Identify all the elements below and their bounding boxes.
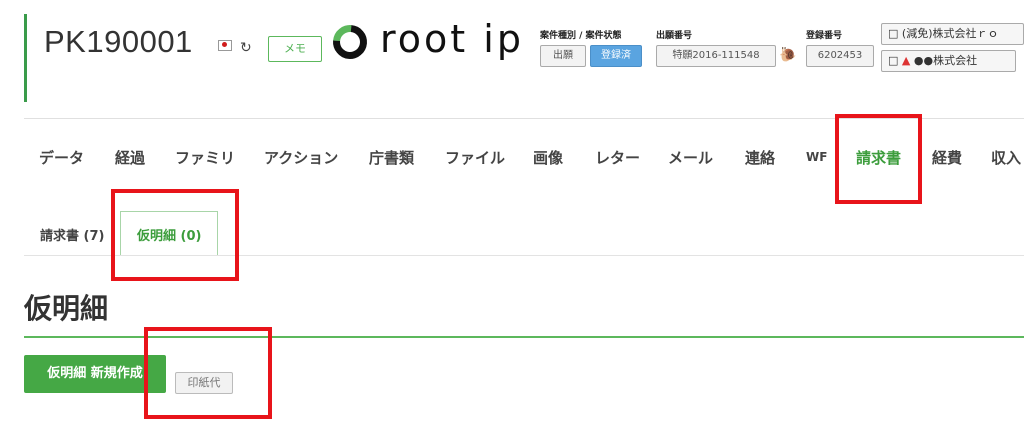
tab-contact[interactable]: 連絡	[745, 147, 775, 168]
tab-expenses[interactable]: 経費	[932, 147, 962, 168]
refresh-icon[interactable]: ↻	[240, 40, 252, 56]
tab-action[interactable]: アクション	[264, 147, 338, 168]
owner-chip-1[interactable]: □ (減免)株式会社ｒｏ	[881, 23, 1024, 45]
tab-family[interactable]: ファミリ	[175, 147, 235, 168]
tab-office-documents[interactable]: 庁書類	[369, 147, 414, 168]
tab-letter[interactable]: レター	[595, 147, 640, 168]
tab-history[interactable]: 経過	[115, 147, 145, 168]
tab-data[interactable]: データ	[39, 147, 84, 168]
owner-name-1: (減免)株式会社ｒｏ	[901, 27, 999, 40]
registration-number-label: 登録番号	[806, 31, 843, 41]
subtab-invoices[interactable]: 請求書 (7)	[40, 225, 104, 244]
owner-chip-2[interactable]: □ ▲ ●●株式会社	[881, 50, 1016, 72]
tab-file[interactable]: ファイル	[445, 147, 505, 168]
logo-text: root ip	[380, 17, 524, 61]
case-status-badge: 登録済	[590, 45, 642, 67]
application-number[interactable]: 特願2016-111548	[656, 45, 776, 67]
page-title: 仮明細	[24, 292, 109, 325]
tab-income[interactable]: 収入	[991, 147, 1021, 168]
warning-icon: ▲	[901, 54, 911, 67]
tab-invoice[interactable]: 請求書	[856, 147, 901, 168]
tab-wf[interactable]: WF	[806, 150, 827, 164]
case-type-badge: 出願	[540, 45, 586, 67]
copy-icon: □	[888, 54, 899, 67]
shell-icon: 🐌	[779, 47, 797, 63]
header-divider	[24, 118, 1024, 119]
case-number: PK190001	[44, 24, 193, 59]
stamp-fee-button[interactable]: 印紙代	[175, 372, 233, 394]
subtab-divider	[24, 255, 1024, 256]
registration-number[interactable]: 6202453	[806, 45, 874, 67]
subtab-provisional-details[interactable]: 仮明細 (0)	[137, 225, 201, 244]
case-type-status-label: 案件種別 / 案件状態	[540, 31, 622, 41]
copy-icon: □	[888, 27, 899, 40]
new-provisional-detail-button[interactable]: 仮明細 新規作成	[24, 355, 166, 393]
tab-image[interactable]: 画像	[533, 147, 563, 168]
memo-button[interactable]: メモ	[268, 36, 322, 62]
tab-mail[interactable]: メール	[668, 147, 713, 168]
header-accent-bar	[24, 14, 27, 102]
logo-ring-icon	[326, 18, 374, 66]
owner-name-2: ●●株式会社	[913, 54, 978, 67]
title-underline	[24, 336, 1024, 338]
japan-flag-icon	[218, 40, 232, 51]
application-number-label: 出願番号	[656, 31, 693, 41]
